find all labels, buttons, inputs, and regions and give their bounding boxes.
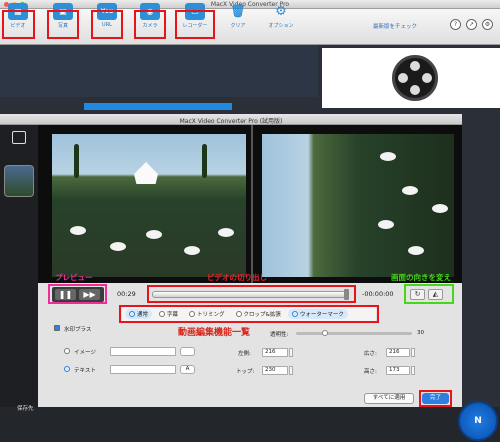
share-icon[interactable]: ↗ bbox=[466, 19, 477, 30]
table-shape bbox=[380, 152, 396, 161]
output-preview bbox=[262, 134, 454, 277]
height-label: 高さ: bbox=[364, 369, 377, 375]
highlight-camera bbox=[134, 10, 166, 39]
apply-all-button[interactable]: すべてに適用 bbox=[364, 393, 414, 404]
width-field[interactable]: 216 bbox=[386, 348, 410, 357]
tree-shape bbox=[74, 144, 79, 178]
table-shape bbox=[402, 186, 418, 195]
left-field[interactable]: 216 bbox=[262, 348, 288, 357]
opacity-slider[interactable] bbox=[296, 332, 412, 335]
clear-button[interactable]: 🗑 クリア bbox=[224, 2, 252, 33]
original-preview bbox=[52, 134, 246, 277]
text-label: テキスト bbox=[74, 368, 96, 374]
top-stepper[interactable] bbox=[289, 366, 293, 375]
remaining-time: -00:00:00 bbox=[362, 290, 394, 298]
check-update-link[interactable]: 最新版をチェック bbox=[373, 22, 417, 30]
preview-divider bbox=[251, 125, 253, 283]
clip-thumbnail[interactable] bbox=[4, 165, 34, 197]
edit-features-annotation: 動画編集機能一覧 bbox=[178, 328, 251, 338]
options-button[interactable]: ⚙ オプション bbox=[264, 2, 298, 33]
left-label: 左側: bbox=[238, 351, 251, 357]
table-shape bbox=[432, 204, 448, 213]
height-stepper[interactable] bbox=[411, 366, 415, 375]
highlight-done bbox=[419, 390, 452, 407]
image-label: イメージ bbox=[74, 350, 96, 356]
highlight-rotate bbox=[404, 284, 454, 304]
browse-image-button[interactable] bbox=[180, 347, 195, 356]
watermark-enable-label: 水印プラス bbox=[64, 327, 92, 333]
preview-annotation: プレビュー bbox=[55, 273, 93, 282]
help-icon[interactable]: ? bbox=[450, 19, 461, 30]
clear-label: クリア bbox=[230, 23, 246, 29]
rotate-annotation: 画面の向きを変え bbox=[391, 273, 451, 282]
watermark-text-field[interactable] bbox=[110, 365, 176, 374]
trim-annotation: ビデオの切り出し bbox=[207, 273, 267, 282]
opacity-value: 30 bbox=[417, 330, 424, 336]
dialog-title: MacX Video Converter Pro (試用版) bbox=[179, 118, 283, 125]
save-destination-label: 保存先 bbox=[17, 406, 34, 412]
image-path-field[interactable] bbox=[110, 347, 176, 356]
opacity-handle[interactable] bbox=[322, 330, 328, 336]
table-shape bbox=[110, 242, 126, 251]
top-field[interactable]: 230 bbox=[262, 366, 288, 375]
settings-icon[interactable]: ⚙ bbox=[482, 19, 493, 30]
table-shape bbox=[184, 246, 200, 255]
top-label: トップ: bbox=[236, 369, 255, 375]
height-field[interactable]: 173 bbox=[386, 366, 410, 375]
watermark-checkbox[interactable] bbox=[54, 325, 60, 331]
bottom-bar bbox=[0, 407, 500, 442]
width-stepper[interactable] bbox=[411, 348, 415, 357]
dialog-title-bar: MacX Video Converter Pro (試用版) bbox=[0, 114, 462, 125]
highlight-preview-controls bbox=[48, 284, 107, 304]
dialog-sidebar bbox=[0, 125, 38, 407]
options-label: オプション bbox=[268, 23, 294, 29]
highlight-trim bbox=[147, 285, 356, 303]
table-shape bbox=[218, 228, 234, 237]
highlight-photo bbox=[47, 10, 79, 39]
table-shape bbox=[378, 220, 394, 229]
highlight-recorder bbox=[175, 10, 215, 39]
gear-icon: ⚙ bbox=[275, 4, 287, 19]
image-radio[interactable] bbox=[64, 348, 70, 354]
current-time: 00:29 bbox=[117, 290, 136, 298]
table-shape bbox=[408, 246, 424, 255]
highlight-video bbox=[2, 10, 35, 39]
opacity-label: 透明性: bbox=[270, 332, 289, 338]
left-stepper[interactable] bbox=[289, 348, 293, 357]
video-drop-area[interactable] bbox=[0, 45, 318, 97]
font-button[interactable]: A bbox=[180, 365, 195, 374]
trash-icon: 🗑 bbox=[230, 4, 246, 18]
gazebo-shape bbox=[134, 162, 158, 184]
add-clip-icon[interactable] bbox=[12, 131, 26, 144]
progress-strip bbox=[84, 103, 232, 110]
run-convert-button[interactable]: N bbox=[458, 401, 498, 441]
table-shape bbox=[146, 230, 162, 239]
table-shape bbox=[70, 226, 86, 235]
width-label: 広さ: bbox=[364, 351, 377, 357]
highlight-url bbox=[91, 10, 123, 39]
highlight-edit-tabs bbox=[119, 305, 379, 323]
tree-shape bbox=[202, 144, 207, 178]
text-radio[interactable] bbox=[64, 366, 70, 372]
film-reel-logo bbox=[392, 55, 438, 101]
